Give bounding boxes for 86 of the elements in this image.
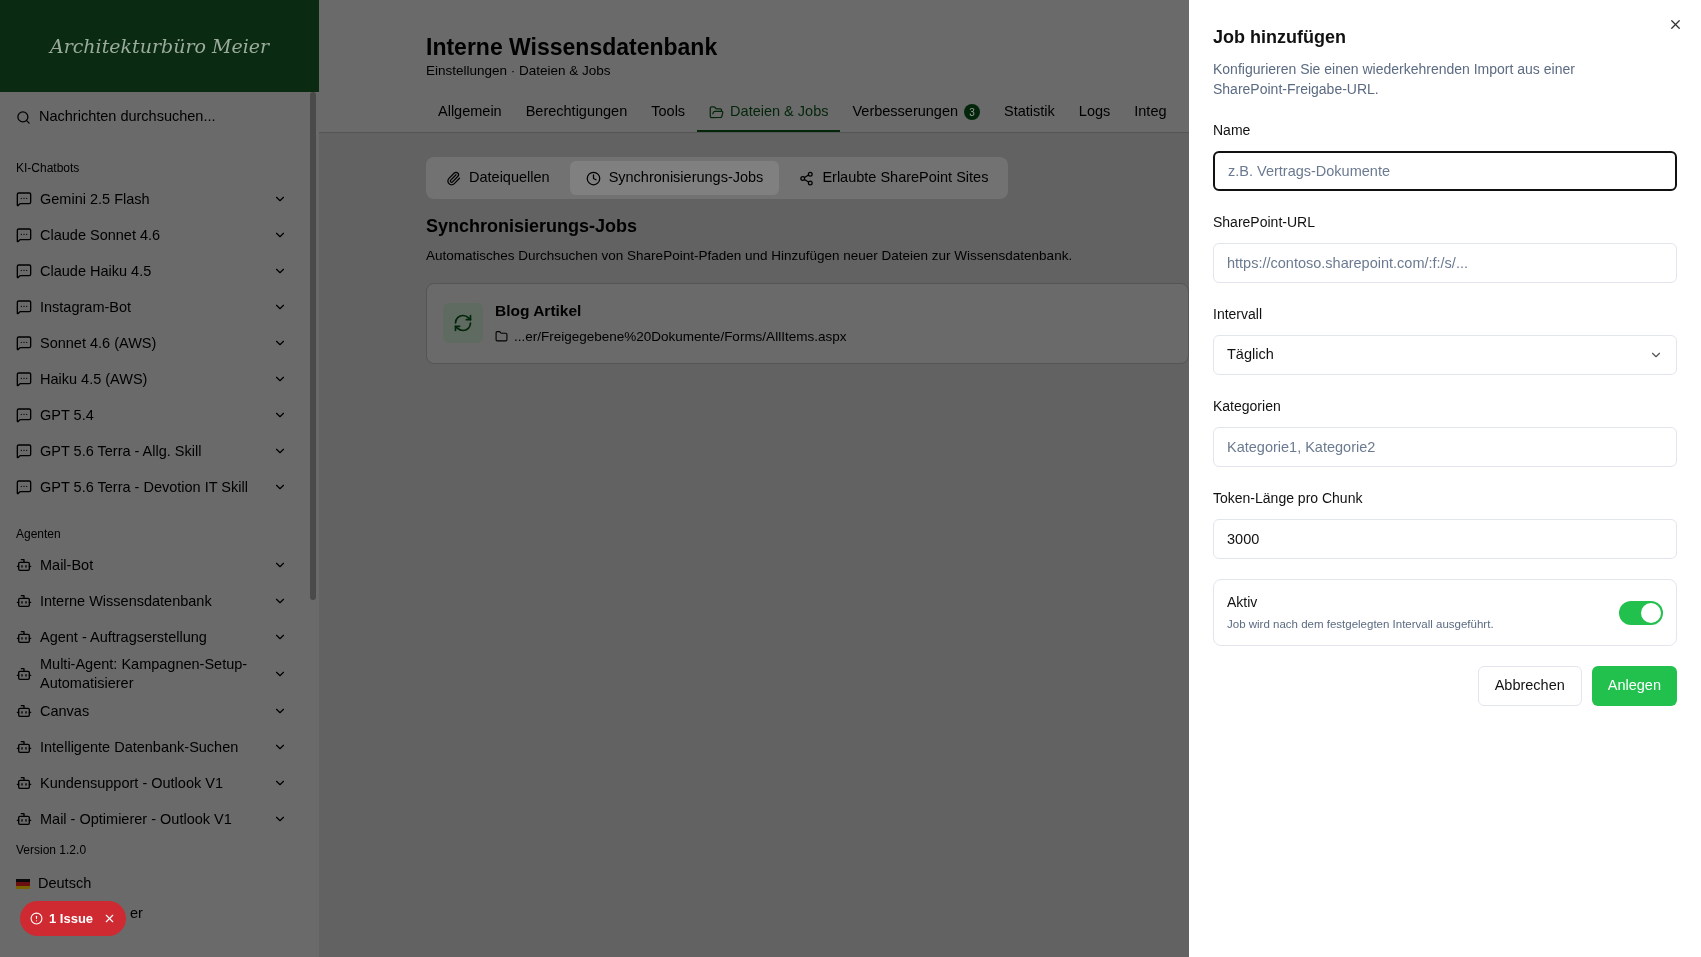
sync-icon — [443, 303, 483, 343]
tab[interactable]: Verbesserungen 3 — [840, 94, 993, 133]
share-icon — [799, 170, 815, 186]
field-label: Token-Länge pro Chunk — [1213, 489, 1364, 508]
tab[interactable]: Statistik — [992, 94, 1067, 133]
sidebar-item[interactable]: Claude Sonnet 4.6 — [0, 217, 319, 253]
sidebar-item[interactable]: Agent - Auftragserstellung — [0, 619, 319, 655]
robot-icon — [16, 593, 32, 609]
clock-icon — [585, 170, 601, 186]
sidebar-item[interactable]: Haiku 4.5 (AWS) — [0, 361, 319, 397]
sidebar-item[interactable]: Gemini 2.5 Flash — [0, 181, 319, 217]
robot-icon — [16, 739, 32, 755]
create-button[interactable]: Anlegen — [1591, 666, 1677, 706]
section-title: Synchronisierungs-Jobs — [426, 215, 639, 239]
subtab[interactable]: Erlaubte SharePoint Sites — [783, 161, 1005, 196]
sidebar-item[interactable]: Multi-Agent: Kampagnen-Setup-Automatisierer — [0, 655, 319, 693]
field-label: SharePoint-URL — [1213, 213, 1316, 232]
field-label: Name — [1213, 121, 1252, 140]
tab[interactable]: Berechtigungen — [513, 94, 640, 133]
tab[interactable]: Logs — [1066, 94, 1123, 133]
chat-icon — [16, 407, 32, 423]
tab[interactable]: Allgemein — [426, 94, 514, 133]
sidebar-item[interactable]: GPT 5.6 Terra - Allg. Skill — [0, 433, 319, 469]
input-field[interactable]: z.B. Vertrags-Dokumente — [1213, 151, 1677, 191]
sidebar-item[interactable]: Mail-Bot — [0, 547, 319, 583]
robot-icon — [16, 775, 32, 791]
interval-select[interactable]: Täglich — [1213, 335, 1677, 375]
toggle-description: Job wird nach dem festgelegten Intervall ausgeführt. — [1227, 616, 1494, 632]
folder-icon — [495, 330, 508, 344]
drawer-title: Job hinzufügen — [1213, 26, 1347, 49]
breadcrumb: Einstellungen · Dateien & Jobs — [426, 62, 612, 80]
job-path: ...er/Freigegebene%20Dokumente/Forms/AllItems.aspx — [514, 327, 847, 346]
chat-icon — [16, 479, 32, 495]
chat-icon — [16, 227, 32, 243]
input-field[interactable]: 3000 — [1213, 519, 1677, 559]
sidebar-item[interactable]: Mail - Optimierer - Outlook V1 — [0, 801, 319, 837]
section-heading: KI-Chatbots — [15, 160, 81, 177]
sidebar-item[interactable]: GPT 5.4 — [0, 397, 319, 433]
language-item[interactable]: Deutsch — [0, 873, 319, 895]
version-label: Version 1.2.0 — [15, 842, 88, 859]
sidebar-item[interactable]: Canvas — [0, 693, 319, 729]
chat-icon — [16, 263, 32, 279]
issue-badge[interactable]: 1 Issue — [20, 901, 127, 936]
field-label: Intervall — [1213, 305, 1264, 324]
sidebar-item[interactable]: Sonnet 4.6 (AWS) — [0, 325, 319, 361]
robot-icon — [16, 703, 32, 719]
logo: Architekturbüro Meier — [49, 33, 270, 59]
active-switch[interactable] — [1619, 600, 1663, 625]
robot-icon — [16, 811, 32, 827]
tab[interactable]: Tools — [639, 94, 698, 133]
robot-icon — [16, 629, 32, 645]
section-description: Automatisches Durchsuchen von SharePoint-Pfaden und Hinzufügen neuer Dateien zur Wissensdatenbank. — [426, 247, 1074, 266]
close-icon[interactable] — [1668, 17, 1683, 32]
subtab[interactable]: Dateiquellen — [430, 161, 566, 196]
robot-icon — [16, 557, 32, 573]
sidebar-item[interactable]: GPT 5.6 Terra - Devotion IT Skill — [0, 469, 319, 505]
job-name: Blog Artikel — [495, 301, 583, 322]
job-card[interactable]: Blog Artikel ...er/Freigegebene%20Dokumente/Forms/AllItems.aspx — [426, 282, 1189, 364]
german-flag-icon — [16, 878, 30, 889]
cancel-button[interactable]: Abbrechen — [1477, 666, 1582, 706]
field-label: Kategorien — [1213, 397, 1282, 416]
page-title: Interne Wissensdatenbank — [426, 33, 719, 61]
sidebar-item[interactable]: Interne Wissensdatenbank — [0, 583, 319, 619]
alert-icon — [30, 912, 43, 925]
sidebar-item[interactable]: er — [130, 904, 143, 921]
search-field[interactable]: Nachrichten durchsuchen... — [39, 106, 279, 128]
folder-icon — [709, 104, 725, 120]
chat-icon — [16, 371, 32, 387]
drawer-description: Konfigurieren Sie einen wiederkehrenden Import aus einer SharePoint-Freigabe-URL. — [1213, 60, 1576, 99]
chat-icon — [16, 299, 32, 315]
tab[interactable]: Dateien & Jobs — [697, 94, 841, 133]
toggle-label: Aktiv — [1227, 592, 1259, 612]
subtab[interactable]: Synchronisierungs-Jobs — [569, 161, 780, 196]
count-badge: 3 — [964, 104, 981, 121]
chat-icon — [16, 191, 32, 207]
sidebar-item[interactable]: Intelligente Datenbank-Suchen — [0, 729, 319, 765]
paperclip-icon — [446, 170, 461, 186]
robot-icon — [16, 666, 32, 682]
section-heading: Agenten — [15, 526, 62, 543]
chat-icon — [16, 443, 32, 459]
sidebar-item[interactable]: Instagram-Bot — [0, 289, 319, 325]
sidebar-item[interactable]: Claude Haiku 4.5 — [0, 253, 319, 289]
sidebar-item[interactable]: Kundensupport - Outlook V1 — [0, 765, 319, 801]
search-icon — [16, 109, 31, 125]
tab[interactable]: Integ — [1122, 94, 1179, 133]
chat-icon — [16, 335, 32, 351]
